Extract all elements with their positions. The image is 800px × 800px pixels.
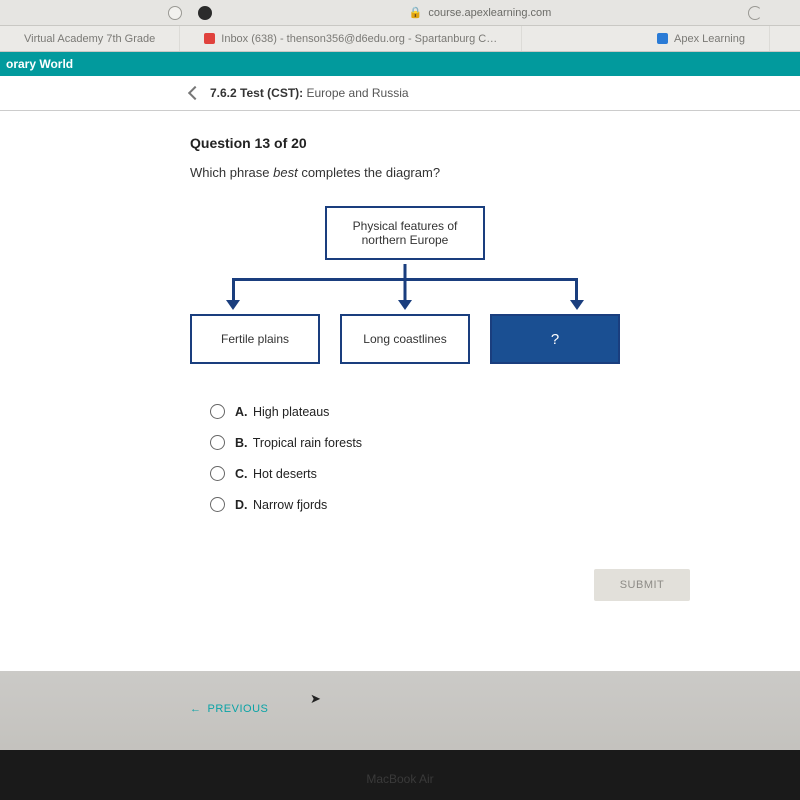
breadcrumb: 7.6.2 Test (CST): Europe and Russia [210, 86, 409, 100]
nav-buttons [168, 6, 212, 20]
tab-apex[interactable]: Apex Learning [633, 26, 770, 51]
tab-label: Inbox (638) - thenson356@d6edu.org - Spa… [221, 33, 497, 45]
tab-label: Virtual Academy 7th Grade [24, 33, 155, 45]
option-d[interactable]: D. Narrow fjords [210, 497, 800, 512]
tab-virtual-academy[interactable]: Virtual Academy 7th Grade [0, 26, 180, 51]
breadcrumb-bar: 7.6.2 Test (CST): Europe and Russia [0, 76, 800, 111]
forward-button[interactable] [198, 6, 212, 20]
browser-toolbar: 🔒 course.apexlearning.com [0, 0, 800, 26]
left-arrow-icon: ← [190, 703, 202, 715]
radio-c[interactable] [210, 466, 225, 481]
apex-icon [657, 33, 668, 44]
radio-a[interactable] [210, 404, 225, 419]
reload-button[interactable] [748, 6, 762, 20]
previous-label: PREVIOUS [208, 703, 269, 715]
diagram-child-2: Long coastlines [340, 314, 470, 364]
diagram-root-box: Physical features of northern Europe [325, 206, 485, 260]
option-c[interactable]: C. Hot deserts [210, 466, 800, 481]
lock-icon: 🔒 [409, 6, 423, 19]
url-text: course.apexlearning.com [428, 7, 551, 19]
concept-diagram: Physical features of northern Europe Fer… [190, 206, 620, 364]
radio-d[interactable] [210, 497, 225, 512]
question-prompt: Which phrase best completes the diagram? [190, 165, 800, 180]
diagram-child-blank: ? [490, 314, 620, 364]
question-card: Question 13 of 20 Which phrase best comp… [0, 111, 800, 671]
diagram-connector [190, 264, 620, 314]
submit-button[interactable]: SUBMIT [594, 569, 690, 601]
answer-options: A. High plateaus B. Tropical rain forest… [210, 404, 800, 512]
course-title: orary World [6, 57, 73, 71]
question-number: Question 13 of 20 [190, 135, 800, 151]
previous-button[interactable]: ← PREVIOUS [190, 689, 800, 729]
option-b[interactable]: B. Tropical rain forests [210, 435, 800, 450]
tab-inbox[interactable]: Inbox (638) - thenson356@d6edu.org - Spa… [180, 26, 522, 51]
gmail-icon [204, 33, 215, 44]
address-bar[interactable]: 🔒 course.apexlearning.com [409, 6, 552, 19]
cursor-icon: ➤ [310, 691, 321, 707]
laptop-bezel: MacBook Air [0, 750, 800, 800]
radio-b[interactable] [210, 435, 225, 450]
tab-bar: Virtual Academy 7th Grade Inbox (638) - … [0, 26, 800, 52]
macbook-label: MacBook Air [366, 772, 433, 786]
back-button[interactable] [168, 6, 182, 20]
back-arrow-icon[interactable] [188, 86, 202, 100]
option-a[interactable]: A. High plateaus [210, 404, 800, 419]
course-title-bar: orary World [0, 52, 800, 76]
diagram-child-1: Fertile plains [190, 314, 320, 364]
tab-label: Apex Learning [674, 33, 745, 45]
